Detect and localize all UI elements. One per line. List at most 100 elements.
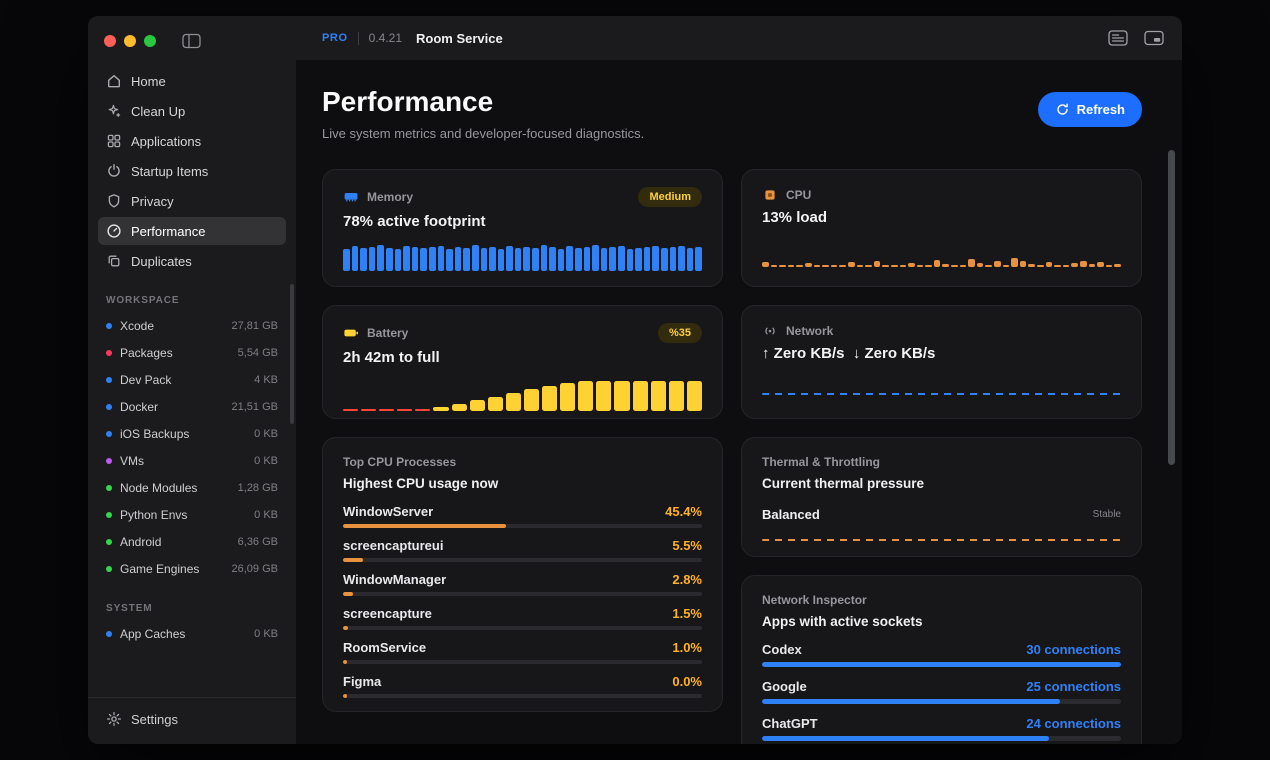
sidebar-item-android[interactable]: Android 6,36 GB [98,529,286,555]
process-cpu-value: 1.0% [672,640,702,655]
connection-usage-bar [762,662,1121,667]
sidebar-item-clean-up[interactable]: Clean Up [98,97,286,125]
connection-usage-bar [762,736,1121,741]
page-title: Performance [322,86,494,117]
workspace-item-size: 5,54 GB [237,347,278,359]
workspace-item-label: iOS Backups [120,427,190,441]
sidebar-item-label: Duplicates [131,253,192,269]
color-dot-icon [106,631,112,637]
workspace-item-label: Packages [120,346,173,360]
workspace-item-size: 1,28 GB [237,482,278,494]
memory-icon [343,189,359,205]
sidebar-item-home[interactable]: Home [98,67,286,95]
process-cpu-value: 45.4% [665,504,702,519]
color-dot-icon [106,566,112,572]
sidebar-item-python-envs[interactable]: Python Envs 0 KB [98,502,286,528]
titlebar [88,16,296,59]
processes-label: Top CPU Processes [343,455,457,469]
workspace-item-size: 0 KB [254,628,278,640]
app-version: 0.4.21 [368,31,403,45]
sidebar-scrollbar[interactable] [290,284,294,424]
sidebar-item-app-caches[interactable]: App Caches 0 KB [98,621,286,647]
minimize-window-button[interactable] [124,35,136,47]
process-row-screencaptureui: screencaptureui 5.5% [343,538,702,562]
workspace-item-label: Docker [120,400,159,414]
process-cpu-value: 5.5% [672,538,702,553]
connection-list: Codex 30 connections Google 25 connectio… [762,642,1121,741]
zoom-window-button[interactable] [144,35,156,47]
battery-card: Battery %35 2h 42m to full [322,305,723,419]
process-name: WindowServer [343,504,434,519]
connection-usage-bar [762,699,1121,704]
sidebar-item-ios-backups[interactable]: iOS Backups 0 KB [98,421,286,447]
process-cpu-value: 1.5% [672,606,702,621]
workspace-item-label: Game Engines [120,562,200,576]
process-row-figma: Figma 0.0% [343,674,702,698]
traffic-lights [104,35,156,47]
top-cpu-processes-card: Top CPU Processes Highest CPU usage now … [322,437,723,712]
thermal-state: Balanced [762,507,820,522]
color-dot-icon [106,458,112,464]
process-usage-bar [343,524,702,528]
workspace-item-size: 26,09 GB [231,563,278,575]
workspace-item-label: Android [120,535,162,549]
home-icon [106,73,122,89]
color-dot-icon [106,350,112,356]
sidebar-item-xcode[interactable]: Xcode 27,81 GB [98,313,286,339]
content: Performance Live system metrics and deve… [296,60,1182,744]
workspace-item-size: 0 KB [254,428,278,440]
color-dot-icon [106,539,112,545]
sidebar-item-game-engines[interactable]: Game Engines 26,09 GB [98,556,286,582]
connection-count: 24 connections [1026,716,1121,731]
process-name: screencapture [343,606,432,621]
sidebar-item-startup-items[interactable]: Startup Items [98,157,286,185]
battery-bar-chart [343,381,702,411]
battery-icon [343,325,359,341]
process-row-screencapture: screencapture 1.5% [343,606,702,630]
network-label: Network [786,324,834,338]
network-card: Network ↑ Zero KB/s ↓ Zero KB/s [741,305,1142,419]
refresh-button[interactable]: Refresh [1037,92,1142,127]
main-scrollbar[interactable] [1168,150,1175,465]
workspace-item-label: App Caches [120,627,186,641]
startup-icon [106,163,122,179]
cleanup-icon [106,103,122,119]
inspector-subtitle: Apps with active sockets [762,614,923,629]
sidebar-item-label: Applications [131,133,202,149]
sidebar-toggle-icon[interactable] [182,33,201,49]
thermal-subtitle: Current thermal pressure [762,476,925,491]
sidebar-item-packages[interactable]: Packages 5,54 GB [98,340,286,366]
connection-count: 30 connections [1026,642,1121,657]
sidebar-item-vms[interactable]: VMs 0 KB [98,448,286,474]
cpu-card: CPU 13% load [741,169,1142,287]
color-dot-icon [106,512,112,518]
thermal-label: Thermal & Throttling [762,455,880,469]
process-name: screencaptureui [343,538,444,553]
sidebar-item-privacy[interactable]: Privacy [98,187,286,215]
sidebar-item-dev-pack[interactable]: Dev Pack 4 KB [98,367,286,393]
color-dot-icon [106,404,112,410]
workspace-item-label: Node Modules [120,481,198,495]
thermal-card: Thermal & Throttling Current thermal pre… [741,437,1142,557]
sidebar-item-docker[interactable]: Docker 21,51 GB [98,394,286,420]
pro-badge: PRO [322,32,348,44]
applications-icon [106,133,122,149]
battery-value: 2h 42m to full [343,349,440,366]
memory-value: 78% active footprint [343,213,486,230]
close-window-button[interactable] [104,35,116,47]
display-icon[interactable] [1144,30,1164,46]
gear-icon [106,711,122,727]
reader-icon[interactable] [1108,30,1128,46]
connection-row-chatgpt: ChatGPT 24 connections [762,716,1121,741]
network-sparkline [762,393,1121,395]
workspace-item-size: 4 KB [254,374,278,386]
sidebar-item-applications[interactable]: Applications [98,127,286,155]
process-row-windowmanager: WindowManager 2.8% [343,572,702,596]
battery-label: Battery [367,326,409,340]
workspace-item-label: Python Envs [120,508,188,522]
sidebar-item-node-modules[interactable]: Node Modules 1,28 GB [98,475,286,501]
sidebar-item-performance[interactable]: Performance [98,217,286,245]
sidebar-item-settings[interactable]: Settings [88,697,296,744]
sidebar-section-title: SYSTEM [106,603,153,614]
sidebar-item-duplicates[interactable]: Duplicates [98,247,286,275]
